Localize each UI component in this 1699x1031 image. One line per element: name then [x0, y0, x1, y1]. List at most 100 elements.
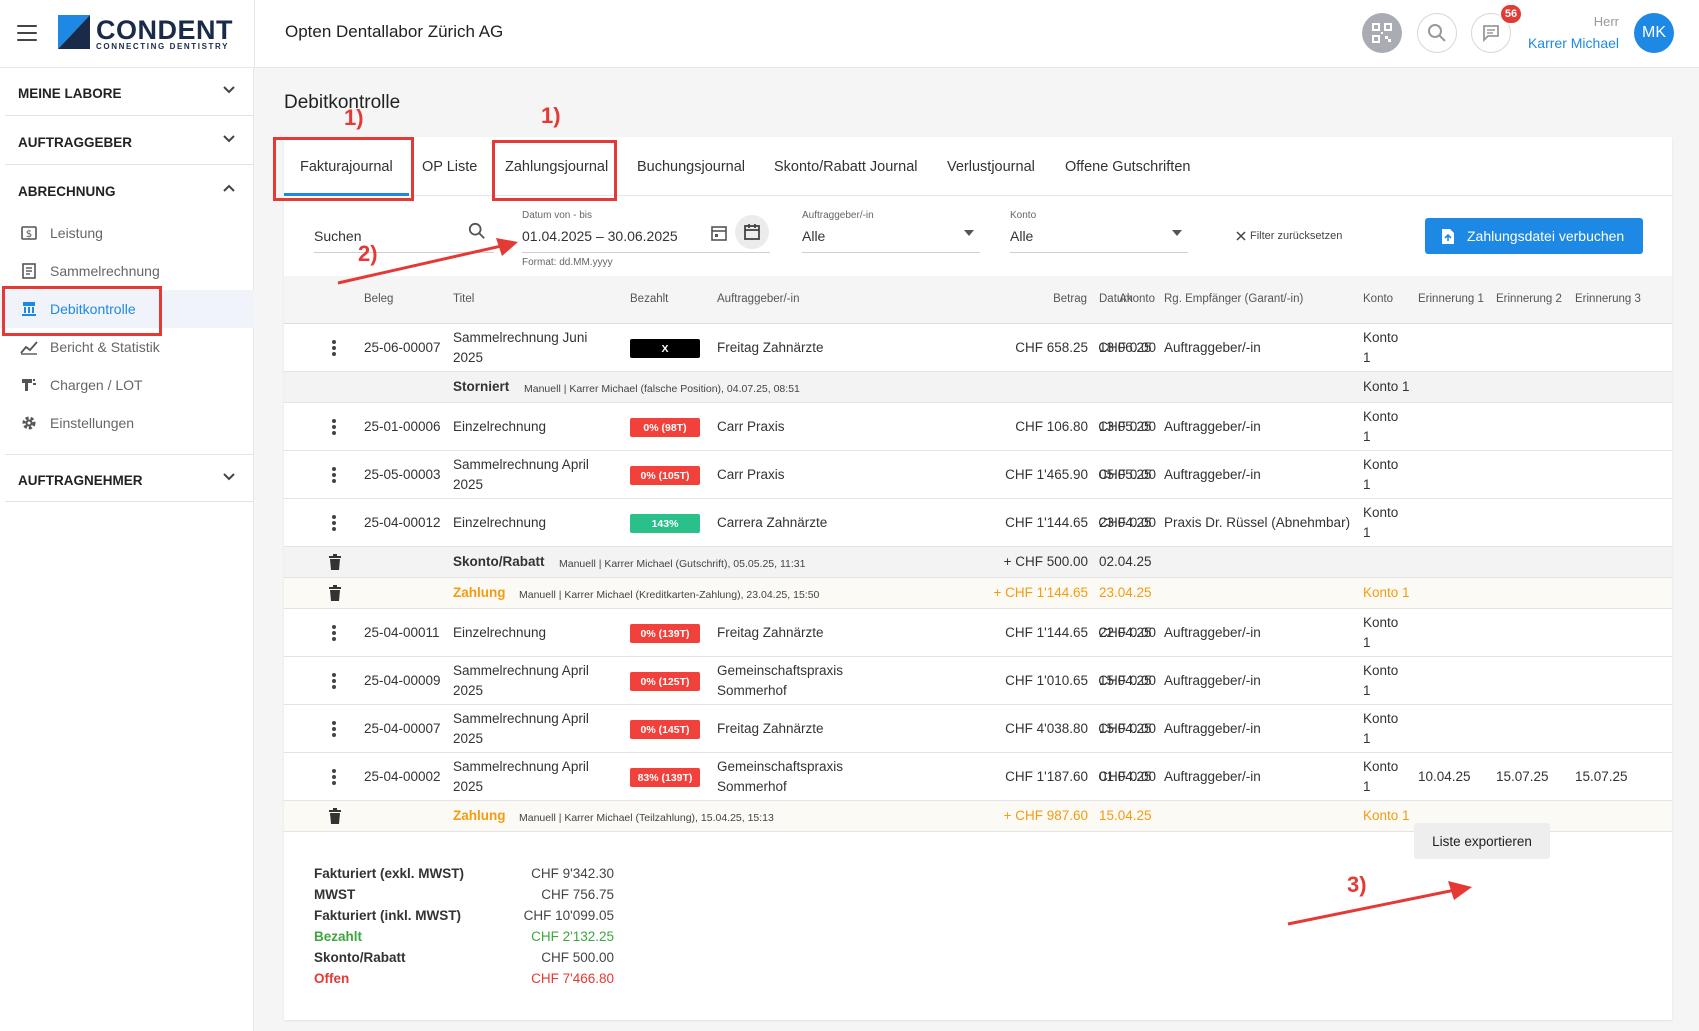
- table-row[interactable]: 25-06-00007 Sammelrechnung Juni 2025 X Freit…: [284, 324, 1672, 372]
- date-range-input[interactable]: 01.04.2025 – 30.06.2025: [522, 228, 678, 244]
- chat-icon: [1483, 25, 1499, 43]
- sidebar-item-bericht-statistik[interactable]: Bericht & Statistik: [0, 328, 254, 366]
- dropdown-arrow-icon[interactable]: [1172, 230, 1182, 236]
- export-list-button[interactable]: Liste exportieren: [1414, 823, 1550, 859]
- account-filter-underline: [1010, 252, 1188, 253]
- summary-value: CHF 500.00: [541, 950, 614, 965]
- sidebar-item-leistung[interactable]: $ Leistung: [0, 214, 254, 252]
- column-header[interactable]: Erinnerung 2: [1496, 293, 1562, 305]
- column-header[interactable]: Titel: [453, 293, 474, 305]
- cell-datum: 15.04.25: [1099, 721, 1152, 736]
- cell-beleg: 25-05-00003: [364, 467, 441, 482]
- column-header[interactable]: Beleg: [364, 293, 393, 305]
- sidebar-section-meine-labore[interactable]: MEINE LABORE: [5, 68, 253, 116]
- table-row[interactable]: 25-04-00009 Sammelrechnung April 2025 0% (1…: [284, 657, 1672, 705]
- column-header[interactable]: Bezahlt: [630, 293, 668, 305]
- sidebar: MEINE LABORE AUFTRAGGEBER ABRECHNUNG $ L…: [0, 68, 254, 1031]
- tab-skonto-rabatt-journal[interactable]: Skonto/Rabatt Journal: [774, 159, 917, 175]
- upload-payment-file-button[interactable]: Zahlungsdatei verbuchen: [1425, 218, 1643, 254]
- page-title: Debitkontrolle: [284, 92, 401, 113]
- cell-empfaenger: Auftraggeber/-in: [1164, 721, 1261, 736]
- table-subrow[interactable]: Storniert Manuell | Karrer Michael (falsc…: [284, 372, 1672, 403]
- row-menu-icon[interactable]: [332, 515, 336, 531]
- summary-value: CHF 9'342.30: [531, 866, 614, 881]
- tab-op-liste[interactable]: OP Liste: [422, 159, 477, 175]
- row-menu-icon[interactable]: [332, 340, 336, 356]
- tab-buchungsjournal[interactable]: Buchungsjournal: [637, 159, 745, 175]
- brand-tagline: CONNECTING DENTISTRY: [96, 42, 230, 51]
- date-picker-button[interactable]: [735, 215, 769, 249]
- calendar-icon[interactable]: [710, 224, 728, 242]
- hamburger-menu-icon[interactable]: [17, 25, 37, 41]
- cell-titel: Einzelrechnung: [453, 625, 547, 640]
- trash-icon[interactable]: [328, 808, 342, 824]
- column-header[interactable]: Erinnerung 3: [1575, 293, 1641, 305]
- table-row[interactable]: 25-04-00011 Einzelrechnung 0% (139T) Freita…: [284, 609, 1672, 657]
- header-divider: [254, 0, 255, 68]
- global-search-button[interactable]: [1417, 13, 1457, 53]
- payment-status-badge: 0% (105T): [630, 466, 700, 485]
- table-row[interactable]: 25-04-00002 Sammelrechnung April 2025 83% (…: [284, 753, 1672, 801]
- trash-icon[interactable]: [328, 554, 342, 570]
- cell-client: Carr Praxis: [717, 419, 785, 434]
- barcode-icon: [22, 379, 36, 391]
- account-filter-select[interactable]: Alle: [1010, 228, 1033, 244]
- user-name[interactable]: Karrer Michael: [1528, 35, 1619, 51]
- row-menu-icon[interactable]: [332, 419, 336, 435]
- cell-konto: Konto 1: [1363, 330, 1399, 365]
- client-filter-underline: [802, 252, 980, 253]
- table-subrow[interactable]: Zahlung Manuell | Karrer Michael (Kreditk…: [284, 578, 1672, 609]
- tab-fakturajournal[interactable]: Fakturajournal: [300, 159, 393, 175]
- tab-zahlungsjournal[interactable]: Zahlungsjournal: [505, 159, 608, 175]
- search-icon: [1428, 24, 1446, 42]
- row-menu-icon[interactable]: [332, 769, 336, 785]
- table-subrow[interactable]: Skonto/Rabatt Manuell | Karrer Michael (G…: [284, 547, 1672, 578]
- column-header[interactable]: Auftraggeber/-in: [717, 293, 799, 305]
- subrow-konto: Konto 1: [1363, 379, 1410, 394]
- subrow-info: Manuell | Karrer Michael (Kreditkarten-Z…: [519, 589, 820, 601]
- date-format-hint: Format: dd.MM.yyyy: [522, 257, 613, 268]
- cell-empfaenger: Auftraggeber/-in: [1164, 673, 1261, 688]
- sidebar-section-abrechnung[interactable]: ABRECHNUNG: [5, 166, 253, 214]
- chevron-down-icon: [223, 135, 235, 143]
- client-filter-select[interactable]: Alle: [802, 228, 825, 244]
- row-menu-icon[interactable]: [332, 721, 336, 737]
- trash-icon[interactable]: [328, 585, 342, 601]
- sidebar-section-auftraggeber[interactable]: AUFTRAGGEBER: [5, 117, 253, 165]
- avatar[interactable]: MK: [1634, 13, 1674, 53]
- row-menu-icon[interactable]: [332, 673, 336, 689]
- cell-empfaenger: Auftraggeber/-in: [1164, 340, 1261, 355]
- column-header[interactable]: Konto: [1363, 293, 1393, 305]
- cell-beleg: 25-04-00012: [364, 515, 441, 530]
- brand-logo[interactable]: CONDENT CONNECTING DENTISTRY: [58, 15, 234, 55]
- sidebar-item-chargen-lot[interactable]: Chargen / LOT: [0, 366, 254, 404]
- row-menu-icon[interactable]: [332, 625, 336, 641]
- upload-button-label: Zahlungsdatei verbuchen: [1467, 228, 1625, 244]
- subrow-type: Skonto/Rabatt: [453, 554, 545, 569]
- column-header[interactable]: Erinnerung 1: [1418, 293, 1484, 305]
- table-row[interactable]: 25-05-00003 Sammelrechnung April 2025 0% (1…: [284, 451, 1672, 499]
- sidebar-item-einstellungen[interactable]: Einstellungen: [0, 404, 254, 442]
- table-row[interactable]: 25-04-00012 Einzelrechnung 143% Carrera Zah…: [284, 499, 1672, 547]
- table-row[interactable]: 25-01-00006 Einzelrechnung 0% (98T) Carr Pr…: [284, 403, 1672, 451]
- table-row[interactable]: 25-04-00007 Sammelrechnung April 2025 0% (1…: [284, 705, 1672, 753]
- subrow-datum: 15.04.25: [1099, 808, 1152, 823]
- column-header[interactable]: Datum: [1099, 293, 1133, 305]
- cell-empfaenger: Praxis Dr. Rüssel (Abnehmbar): [1164, 515, 1351, 530]
- sidebar-item-sammelrechnung[interactable]: Sammelrechnung: [0, 252, 254, 290]
- subrow-datum: 02.04.25: [1099, 554, 1152, 569]
- dropdown-arrow-icon[interactable]: [964, 230, 974, 236]
- cell-konto: Konto 1: [1363, 457, 1399, 492]
- subrow-konto: Konto 1: [1363, 808, 1410, 823]
- column-header[interactable]: Rg. Empfänger (Garant/-in): [1164, 293, 1303, 305]
- tab-verlustjournal[interactable]: Verlustjournal: [947, 159, 1035, 175]
- tab-offene-gutschriften[interactable]: Offene Gutschriften: [1065, 159, 1190, 175]
- sidebar-item-debitkontrolle[interactable]: Debitkontrolle: [0, 290, 254, 328]
- row-menu-icon[interactable]: [332, 467, 336, 483]
- qr-scan-button[interactable]: [1362, 13, 1402, 53]
- payment-status-badge: 0% (98T): [630, 418, 700, 437]
- client-filter-label: Auftraggeber/-in: [802, 210, 874, 221]
- reset-filter-button[interactable]: Filter zurücksetzen: [1236, 230, 1342, 242]
- sidebar-section-auftragnehmer[interactable]: AUFTRAGNEHMER: [5, 454, 253, 502]
- gear-icon: [22, 416, 36, 430]
